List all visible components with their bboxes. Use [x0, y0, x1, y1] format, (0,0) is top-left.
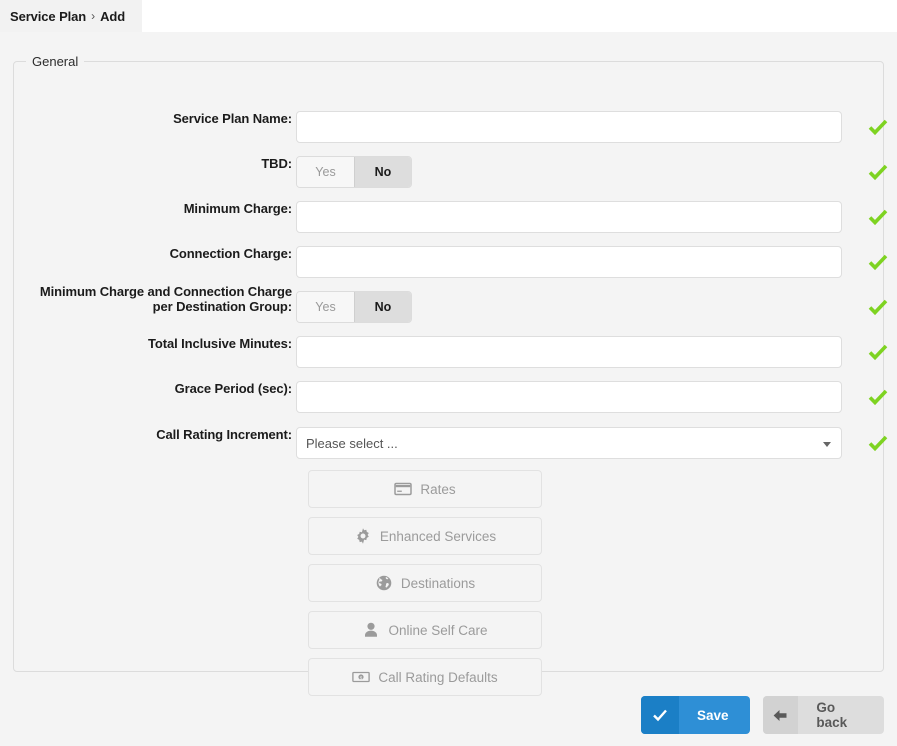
- charge-per-destination-group-toggle-yes[interactable]: Yes: [297, 292, 354, 322]
- charge-per-destination-group-toggle-no[interactable]: No: [354, 292, 411, 322]
- enhanced-services-button-label: Enhanced Services: [379, 528, 497, 544]
- service-plan-name-input[interactable]: [296, 111, 842, 143]
- label-tbd: TBD:: [261, 156, 292, 171]
- check-icon-total-inclusive-minutes: [867, 342, 889, 362]
- field-connection-charge: [296, 246, 842, 278]
- label-minimum-charge: Minimum Charge:: [183, 201, 292, 216]
- form-row-total-inclusive-minutes: Total Inclusive Minutes:: [14, 336, 888, 368]
- check-icon-minimum-charge: [867, 207, 889, 227]
- total-inclusive-minutes-input[interactable]: [296, 336, 842, 368]
- rates-button-label: Rates: [420, 481, 456, 497]
- breadcrumb-current: Add: [100, 8, 126, 24]
- label-connection-charge: Connection Charge:: [169, 246, 293, 261]
- label-call-rating-increment: Call Rating Increment:: [156, 427, 292, 442]
- field-grace-period: [296, 381, 842, 413]
- field-service-plan-name: [296, 111, 842, 143]
- online-self-care-button[interactable]: Online Self Care: [308, 611, 542, 649]
- charge-per-destination-group-toggle[interactable]: Yes No: [296, 291, 412, 323]
- general-legend: General: [32, 54, 79, 69]
- tbd-toggle[interactable]: Yes No: [296, 156, 412, 188]
- chevron-down-icon[interactable]: [823, 442, 831, 447]
- user-icon: [362, 621, 380, 639]
- online-self-care-button-label: Online Self Care: [388, 622, 488, 638]
- gear-icon: [354, 527, 372, 545]
- tbd-toggle-no[interactable]: No: [354, 157, 411, 187]
- call-rating-defaults-button[interactable]: $ Call Rating Defaults: [308, 658, 542, 696]
- connection-charge-input[interactable]: [296, 246, 842, 278]
- label-total-inclusive-minutes: Total Inclusive Minutes:: [148, 336, 292, 351]
- go-back-button-label: Go back: [816, 700, 848, 730]
- rates-button[interactable]: Rates: [308, 470, 542, 508]
- credit-card-icon: [394, 480, 413, 498]
- form-row-call-rating-increment: Call Rating Increment: Please select ...: [14, 427, 888, 459]
- grace-period-input[interactable]: [296, 381, 842, 413]
- general-fieldset: General Service Plan Name: TBD: Yes No M…: [13, 54, 888, 696]
- minimum-charge-input[interactable]: [296, 201, 842, 233]
- money-bill-icon: $: [352, 668, 371, 686]
- label-line-1: Minimum Charge and Connection Charge: [39, 284, 292, 299]
- check-icon-tbd: [867, 162, 889, 182]
- save-button-label: Save: [697, 707, 729, 723]
- form-row-connection-charge: Connection Charge:: [14, 246, 888, 278]
- form-row-service-plan-name: Service Plan Name:: [14, 111, 888, 143]
- form-row-minimum-charge: Minimum Charge:: [14, 201, 888, 233]
- form-row-charge-per-destination-group: Minimum Charge and Connection Charge per…: [14, 284, 888, 323]
- check-icon-service-plan-name: [867, 117, 889, 137]
- check-icon-save: [641, 696, 679, 734]
- tbd-toggle-yes[interactable]: Yes: [297, 157, 354, 187]
- form-row-grace-period: Grace Period (sec):: [14, 381, 888, 413]
- check-icon-connection-charge: [867, 252, 889, 272]
- check-icon-grace-period: [867, 387, 889, 407]
- call-rating-increment-selected-value: Please select ...: [306, 435, 398, 451]
- go-back-button[interactable]: Go back: [763, 696, 884, 734]
- check-icon-charge-per-destination-group: [867, 297, 889, 317]
- field-tbd: Yes No: [296, 156, 412, 188]
- field-call-rating-increment: Please select ...: [296, 427, 842, 459]
- field-minimum-charge: [296, 201, 842, 233]
- arrow-left-icon: [763, 696, 799, 734]
- tab-bar: Service Plan › Add: [0, 0, 897, 32]
- field-charge-per-destination-group: Yes No: [296, 291, 412, 323]
- label-charge-per-destination-group: Minimum Charge and Connection Charge per…: [14, 284, 292, 314]
- check-icon-call-rating-increment: [867, 433, 889, 453]
- label-line-2: per Destination Group:: [152, 299, 292, 314]
- tab-service-plan-add[interactable]: Service Plan › Add: [0, 0, 142, 32]
- destinations-button-label: Destinations: [400, 575, 476, 591]
- call-rating-defaults-button-label: Call Rating Defaults: [378, 669, 498, 685]
- label-grace-period: Grace Period (sec):: [174, 381, 292, 396]
- field-total-inclusive-minutes: [296, 336, 842, 368]
- breadcrumb-parent[interactable]: Service Plan: [10, 9, 86, 24]
- destinations-button[interactable]: Destinations: [308, 564, 542, 602]
- breadcrumb-separator-icon: ›: [91, 9, 96, 23]
- save-button[interactable]: Save: [641, 696, 750, 734]
- label-service-plan-name: Service Plan Name:: [173, 111, 292, 126]
- content-area: General Service Plan Name: TBD: Yes No M…: [0, 32, 897, 746]
- form-row-tbd: TBD: Yes No: [14, 156, 888, 188]
- globe-icon: [375, 574, 393, 592]
- enhanced-services-button[interactable]: Enhanced Services: [308, 517, 542, 555]
- call-rating-increment-select[interactable]: Please select ...: [296, 427, 842, 459]
